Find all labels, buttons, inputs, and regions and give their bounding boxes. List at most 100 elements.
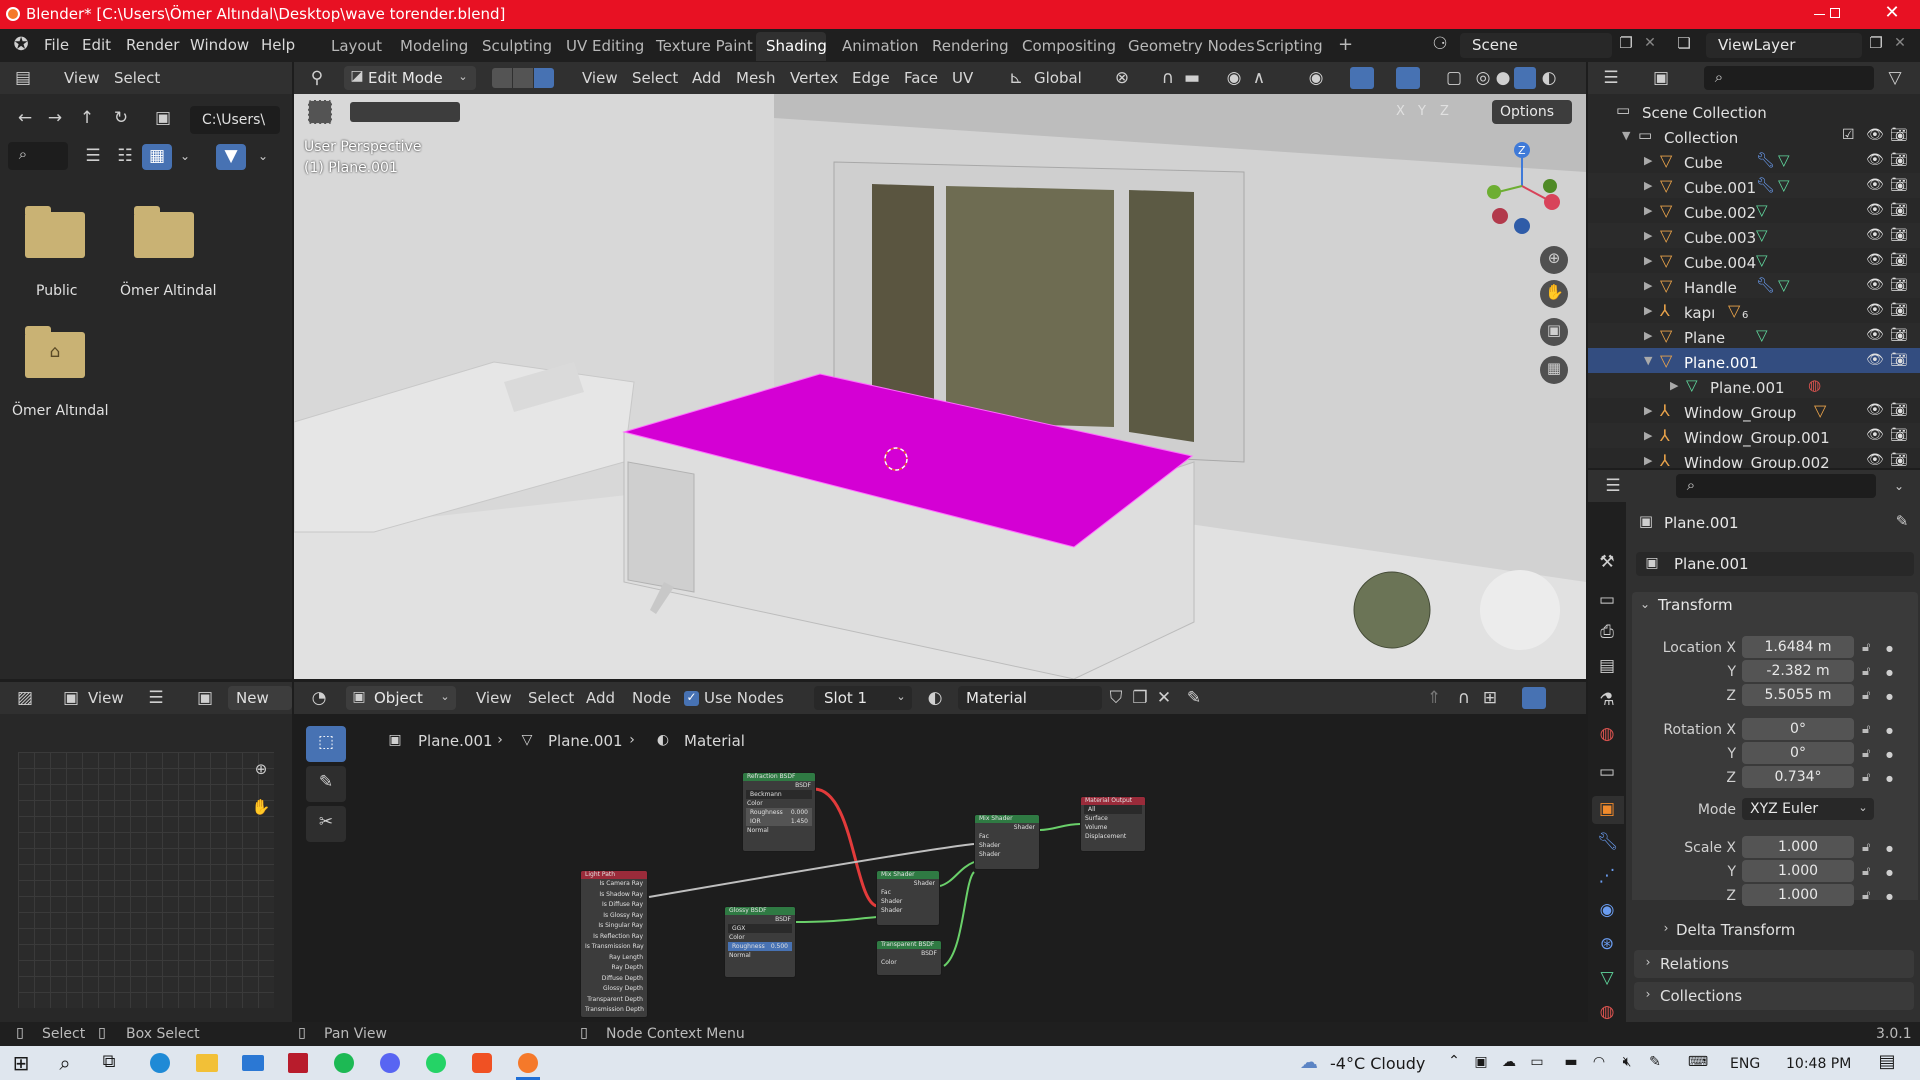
- expand-arrow-icon[interactable]: ▶: [1644, 304, 1652, 317]
- whatsapp-icon[interactable]: [426, 1053, 446, 1073]
- pen-icon[interactable]: ✎: [1646, 1055, 1664, 1069]
- node-ior[interactable]: IOR 1.450: [746, 817, 812, 826]
- camera-icon[interactable]: 📷︎: [1890, 352, 1908, 368]
- outliner-collection[interactable]: ▼ ▭ Collection ☑ 👁︎ 📷︎: [1588, 123, 1920, 148]
- snap-icon[interactable]: ∩: [1158, 70, 1178, 87]
- camera-icon[interactable]: 📷︎: [1890, 327, 1908, 343]
- view-layer-tab-icon[interactable]: ▤: [1597, 658, 1617, 675]
- axis-z-toggle[interactable]: Z: [1440, 105, 1449, 118]
- task-view-icon[interactable]: ⧉: [98, 1053, 120, 1071]
- new-image-button[interactable]: New: [228, 686, 292, 710]
- scene-selector[interactable]: Scene: [1460, 33, 1612, 58]
- horizontal-list-icon[interactable]: ☷: [114, 148, 136, 165]
- keyframe-dot-icon[interactable]: ●: [1886, 668, 1893, 677]
- camera-icon[interactable]: 📷︎: [1890, 152, 1908, 168]
- node-roughness[interactable]: Roughness 0.000: [746, 808, 812, 817]
- windows-start-icon[interactable]: ⊞: [10, 1053, 32, 1073]
- eye-icon[interactable]: 👁︎: [1866, 227, 1884, 243]
- tab-geometry-nodes[interactable]: Geometry Nodes: [1128, 39, 1255, 54]
- discord-icon[interactable]: [380, 1053, 400, 1073]
- keyframe-dot-icon[interactable]: ●: [1886, 726, 1893, 735]
- transparent-bsdf-node[interactable]: Transparent BSDF BSDF Color: [876, 940, 942, 976]
- zoom-icon[interactable]: ⊕: [250, 762, 272, 777]
- output-tab-icon[interactable]: ⎙: [1597, 624, 1617, 641]
- snap-target-icon[interactable]: ▬: [1182, 70, 1202, 87]
- node-dropdown[interactable]: All: [1084, 805, 1142, 814]
- expand-arrow-icon[interactable]: ▶: [1644, 404, 1652, 417]
- expand-arrow-icon[interactable]: ▶: [1644, 329, 1652, 342]
- mix-shader-node-2[interactable]: Mix Shader Shader Fac Shader Shader: [974, 814, 1040, 870]
- eye-icon[interactable]: 👁︎: [1866, 302, 1884, 318]
- tab-shading[interactable]: Shading: [756, 32, 827, 61]
- glossy-bsdf-node[interactable]: Glossy BSDF BSDF GGX Color Roughness 0.5…: [724, 906, 796, 978]
- battery-icon[interactable]: ▬: [1562, 1055, 1580, 1069]
- expand-arrow-icon[interactable]: ▼: [1644, 354, 1652, 367]
- image-canvas-grid[interactable]: [18, 752, 274, 1008]
- eye-icon[interactable]: 👁︎: [1866, 277, 1884, 293]
- camera-icon[interactable]: 📷︎: [1890, 127, 1908, 143]
- vertical-list-icon[interactable]: ☰: [82, 148, 104, 165]
- tab-animation[interactable]: Animation: [842, 39, 918, 54]
- location-x-field[interactable]: 1.6484 m: [1742, 636, 1854, 658]
- file-menu-select[interactable]: Select: [114, 71, 160, 86]
- outliner-item[interactable]: ▶ ▽ Plane ▽ 👁︎ 📷︎: [1588, 323, 1920, 348]
- lock-icon[interactable]: 🔓︎: [1862, 864, 1870, 879]
- node-color[interactable]: Color: [743, 799, 815, 808]
- volume-muted-icon[interactable]: 🔇︎: [1618, 1055, 1636, 1069]
- gizmo-neg-x-ball[interactable]: [1492, 208, 1508, 224]
- outliner-item[interactable]: ▶ ▽ Cube 🔧︎ ▽ 👁︎ 📷︎: [1588, 148, 1920, 173]
- mail-icon[interactable]: [242, 1055, 264, 1071]
- file-menu-view[interactable]: View: [64, 71, 100, 86]
- camera-icon[interactable]: 📷︎: [1890, 402, 1908, 418]
- clock-time[interactable]: 10:48 PM: [1786, 1057, 1851, 1071]
- delta-transform-panel[interactable]: › Delta Transform: [1650, 918, 1914, 942]
- tab-compositing[interactable]: Compositing: [1022, 39, 1116, 54]
- expand-arrow-icon[interactable]: ▶: [1644, 154, 1652, 167]
- select-box-mode[interactable]: [350, 102, 460, 122]
- display-mode-icon[interactable]: ▣: [1650, 70, 1672, 87]
- falloff-icon[interactable]: ∧: [1248, 70, 1270, 87]
- material-shading-button[interactable]: [1514, 67, 1536, 89]
- file-item-user[interactable]: Ömer Altindal: [110, 204, 220, 304]
- rotation-y-field[interactable]: 0°: [1742, 742, 1854, 764]
- outliner-item[interactable]: ▶ ▽ Handle 🔧︎ ▽ 👁︎ 📷︎: [1588, 273, 1920, 298]
- node-color[interactable]: Color: [725, 933, 795, 942]
- keyframe-dot-icon[interactable]: ●: [1886, 774, 1893, 783]
- pin-icon[interactable]: ✎: [1892, 514, 1912, 529]
- collections-panel[interactable]: › Collections: [1634, 982, 1914, 1010]
- scene-tab-icon[interactable]: ⚗: [1597, 692, 1617, 709]
- blender-menu-icon[interactable]: ✪: [10, 36, 32, 54]
- lock-icon[interactable]: 🔓︎: [1862, 640, 1870, 655]
- delete-view-layer-icon[interactable]: ✕: [1890, 36, 1910, 50]
- weather-text[interactable]: -4°C Cloudy: [1330, 1056, 1425, 1072]
- ortho-toggle-button[interactable]: ▦: [1540, 356, 1568, 384]
- file-explorer-icon[interactable]: [196, 1054, 218, 1072]
- app-red-icon[interactable]: [288, 1053, 308, 1073]
- notifications-icon[interactable]: ▤: [1876, 1053, 1898, 1071]
- expand-arrow-icon[interactable]: ▼: [1622, 129, 1630, 142]
- expand-arrow-icon[interactable]: ▶: [1644, 179, 1652, 192]
- node-color[interactable]: Color: [877, 958, 941, 967]
- menu-help[interactable]: Help: [261, 38, 295, 53]
- eye-icon[interactable]: 👁︎: [1866, 252, 1884, 268]
- rotation-mode-select[interactable]: XYZ Euler ⌄: [1742, 798, 1874, 820]
- thumbnail-view-button[interactable]: ▦: [142, 144, 172, 170]
- eye-icon[interactable]: 👁︎: [1866, 452, 1884, 468]
- viewport-menu-face[interactable]: Face: [904, 71, 938, 86]
- eye-icon[interactable]: 👁︎: [1866, 352, 1884, 368]
- menu-edit[interactable]: Edit: [82, 38, 111, 53]
- viewport-menu-view[interactable]: View: [582, 71, 618, 86]
- collection-tab-icon[interactable]: ▭: [1597, 764, 1617, 781]
- refraction-bsdf-node[interactable]: Refraction BSDF BSDF Beckmann Color Roug…: [742, 772, 816, 852]
- axis-y-toggle[interactable]: Y: [1418, 105, 1426, 118]
- node-dropdown[interactable]: GGX: [728, 924, 792, 933]
- view-mode-icon[interactable]: ▣: [60, 690, 82, 707]
- expand-arrow-icon[interactable]: ▶: [1644, 429, 1652, 442]
- editor-type-icon[interactable]: ▨: [14, 690, 36, 707]
- refresh-icon[interactable]: ↻: [110, 110, 132, 127]
- expand-arrow-icon[interactable]: ▶: [1644, 454, 1652, 467]
- camera-icon[interactable]: 📷︎: [1890, 277, 1908, 293]
- keyframe-dot-icon[interactable]: ●: [1886, 892, 1893, 901]
- node-roughness[interactable]: Roughness 0.500: [728, 942, 792, 951]
- spotify-icon[interactable]: [334, 1053, 354, 1073]
